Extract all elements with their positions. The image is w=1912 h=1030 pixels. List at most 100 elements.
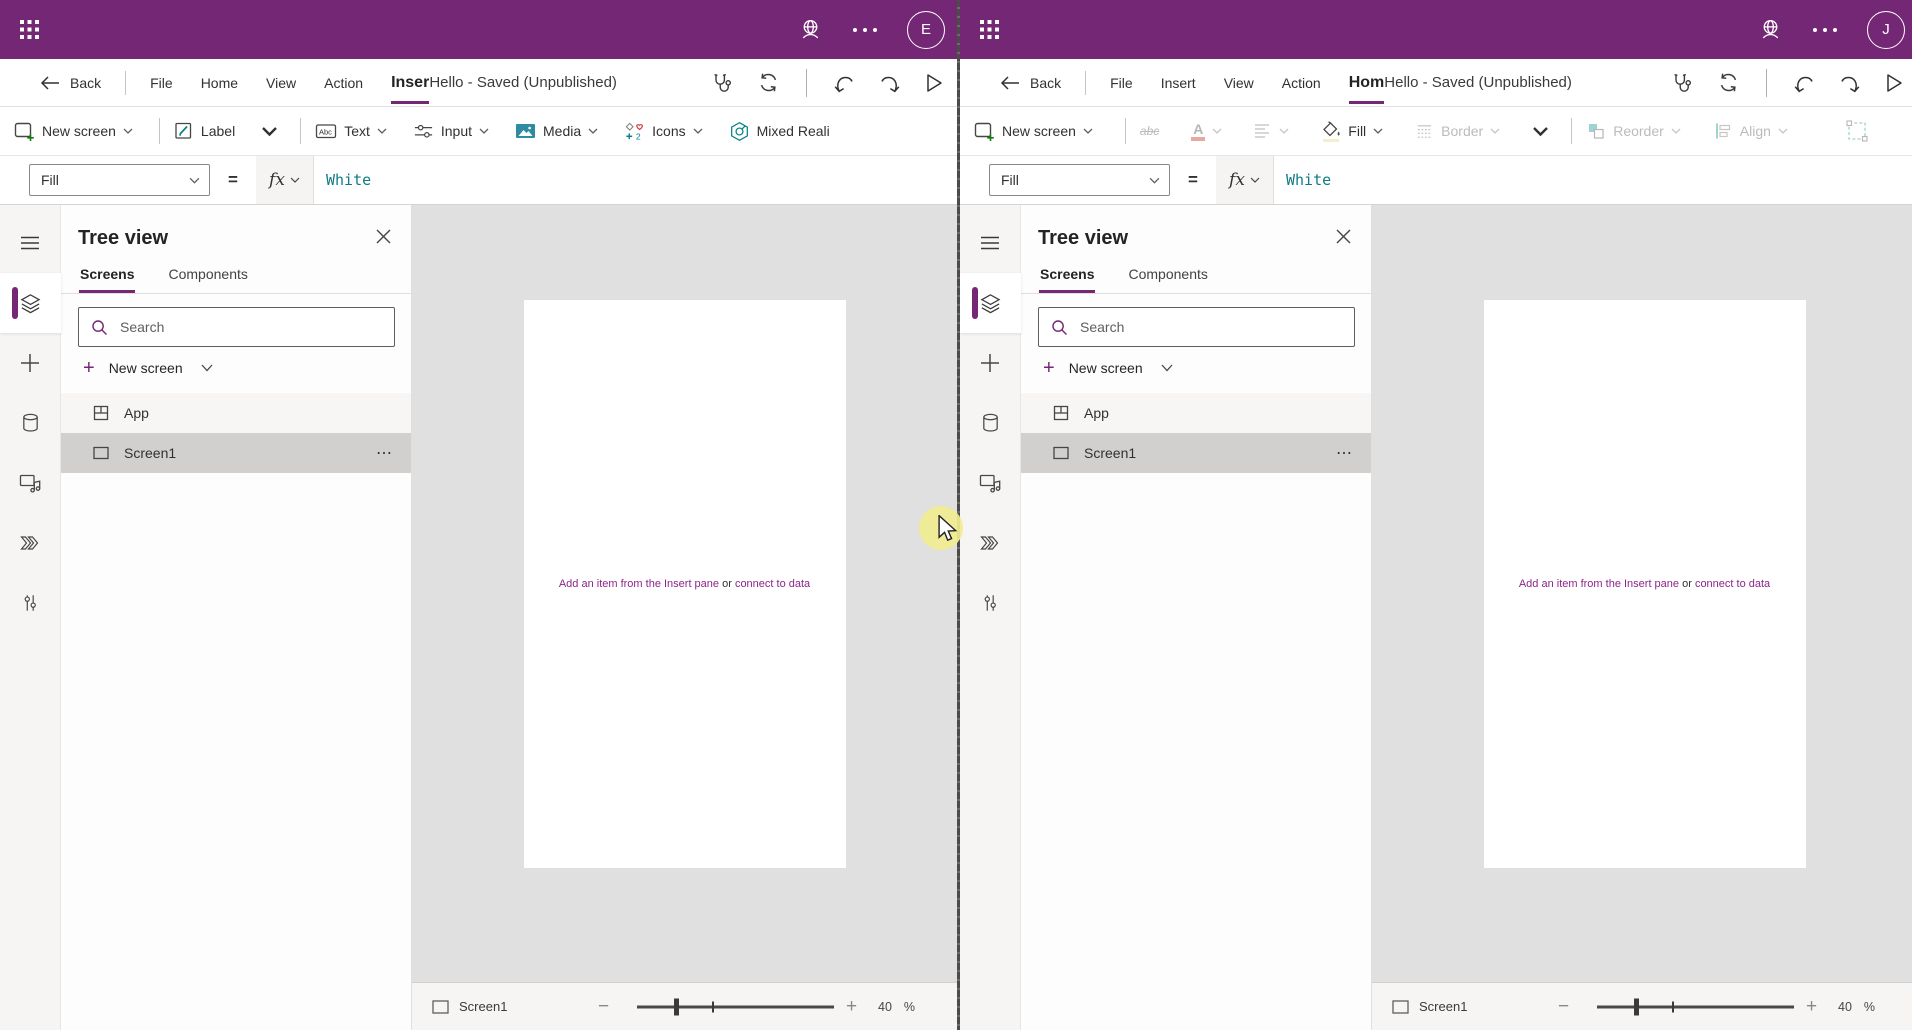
- tab-screens[interactable]: Screens: [79, 266, 135, 293]
- formula-input[interactable]: [314, 156, 957, 204]
- avatar[interactable]: J: [1867, 11, 1905, 49]
- menu-tab-home-active[interactable]: Hom: [1349, 59, 1385, 107]
- refresh-icon[interactable]: [757, 71, 780, 94]
- undo-icon[interactable]: [1793, 73, 1815, 93]
- screen1-canvas[interactable]: Add an item from the Insert pane or conn…: [524, 300, 846, 868]
- row-more-icon[interactable]: ⋯: [376, 443, 393, 463]
- rail-media-button[interactable]: [960, 453, 1021, 513]
- mixed-reality-menu-button[interactable]: Mixed Reali: [729, 121, 830, 142]
- group-button[interactable]: [1846, 120, 1868, 142]
- property-select[interactable]: Fill: [29, 164, 210, 196]
- menu-tab-insert[interactable]: Insert: [1161, 75, 1196, 91]
- app-checker-icon[interactable]: [711, 72, 733, 94]
- rail-menu-button[interactable]: [960, 213, 1021, 273]
- strikethrough-button[interactable]: abc: [1140, 124, 1159, 138]
- rail-data-button[interactable]: [0, 393, 61, 453]
- undo-icon[interactable]: [833, 73, 855, 93]
- tab-screens[interactable]: Screens: [1039, 266, 1095, 293]
- connect-to-data-link[interactable]: connect to data: [735, 578, 810, 590]
- new-screen-button[interactable]: New screen: [14, 121, 133, 142]
- rail-advanced-tools-button[interactable]: [0, 573, 61, 633]
- close-icon[interactable]: [376, 229, 391, 249]
- new-screen-tree-button[interactable]: + New screen: [1043, 358, 1355, 378]
- rail-tree-view-button[interactable]: [960, 273, 1021, 333]
- zoom-out-button[interactable]: −: [1558, 983, 1569, 1030]
- menu-tab-insert-active[interactable]: Inser: [391, 59, 429, 107]
- tab-components[interactable]: Components: [1127, 266, 1208, 293]
- reorder-button[interactable]: Reorder: [1586, 121, 1681, 141]
- search-box[interactable]: [78, 307, 395, 347]
- label-expand-chevron[interactable]: [261, 126, 278, 137]
- rail-tree-view-button[interactable]: [0, 273, 61, 333]
- menu-tab-action[interactable]: Action: [324, 75, 363, 91]
- menu-tab-view[interactable]: View: [1224, 75, 1254, 91]
- close-icon[interactable]: [1336, 229, 1351, 249]
- redo-icon[interactable]: [1839, 73, 1861, 93]
- menu-tab-action[interactable]: Action: [1282, 75, 1321, 91]
- menu-tab-file[interactable]: File: [1110, 75, 1133, 91]
- waffle-icon[interactable]: [980, 20, 999, 39]
- play-icon[interactable]: [1885, 73, 1903, 93]
- screen1-canvas[interactable]: Add an item from the Insert pane or conn…: [1484, 300, 1806, 868]
- new-screen-tree-button[interactable]: + New screen: [83, 358, 395, 378]
- tree-row-screen1[interactable]: Screen1 ⋯: [61, 433, 411, 473]
- zoom-out-button[interactable]: −: [598, 983, 609, 1030]
- back-button[interactable]: Back: [40, 75, 101, 91]
- zoom-slider[interactable]: [637, 1005, 834, 1008]
- tree-row-screen1[interactable]: Screen1 ⋯: [1021, 433, 1371, 473]
- connect-to-data-link[interactable]: connect to data: [1695, 578, 1770, 590]
- redo-icon[interactable]: [879, 73, 901, 93]
- font-color-button[interactable]: A: [1191, 122, 1222, 141]
- icons-menu-button[interactable]: 2 Icons: [624, 121, 702, 142]
- refresh-icon[interactable]: [1717, 71, 1740, 94]
- fill-button[interactable]: Fill: [1321, 121, 1383, 142]
- app-checker-icon[interactable]: [1671, 72, 1693, 94]
- zoom-slider[interactable]: [1597, 1005, 1794, 1008]
- align-button[interactable]: Align: [1713, 121, 1788, 141]
- label-button[interactable]: Label: [174, 121, 235, 141]
- search-input[interactable]: [1078, 318, 1344, 336]
- rail-power-automate-button[interactable]: [0, 513, 61, 573]
- menu-tab-file[interactable]: File: [150, 75, 173, 91]
- canvas-area[interactable]: Add an item from the Insert pane or conn…: [1372, 205, 1912, 982]
- text-align-button[interactable]: [1254, 123, 1289, 139]
- play-icon[interactable]: [925, 73, 943, 93]
- rail-media-button[interactable]: [0, 453, 61, 513]
- zoom-in-button[interactable]: +: [1806, 983, 1817, 1030]
- rail-power-automate-button[interactable]: [960, 513, 1021, 573]
- row-more-icon[interactable]: ⋯: [1336, 443, 1353, 463]
- tab-components[interactable]: Components: [167, 266, 248, 293]
- canvas-area[interactable]: Add an item from the Insert pane or conn…: [412, 205, 957, 982]
- property-select[interactable]: Fill: [989, 164, 1170, 196]
- search-input[interactable]: [118, 318, 384, 336]
- formula-input[interactable]: [1274, 156, 1912, 204]
- tree-row-app[interactable]: App: [61, 393, 411, 433]
- environment-icon[interactable]: [1758, 17, 1783, 42]
- waffle-icon[interactable]: [20, 20, 39, 39]
- rail-insert-button[interactable]: [960, 333, 1021, 393]
- menu-tab-view[interactable]: View: [266, 75, 296, 91]
- rail-insert-button[interactable]: [0, 333, 61, 393]
- rail-menu-button[interactable]: [0, 213, 61, 273]
- text-menu-button[interactable]: Abc Text: [315, 121, 387, 141]
- format-expand-chevron[interactable]: [1532, 126, 1549, 137]
- zoom-slider-thumb[interactable]: [674, 998, 679, 1015]
- zoom-slider-thumb[interactable]: [1634, 998, 1639, 1015]
- more-options-icon[interactable]: [853, 28, 877, 32]
- input-menu-button[interactable]: Input: [413, 121, 489, 141]
- rail-advanced-tools-button[interactable]: [960, 573, 1021, 633]
- environment-icon[interactable]: [798, 17, 823, 42]
- new-screen-button[interactable]: New screen: [974, 121, 1093, 142]
- rail-data-button[interactable]: [960, 393, 1021, 453]
- zoom-in-button[interactable]: +: [846, 983, 857, 1030]
- fx-button[interactable]: fx: [1216, 156, 1274, 204]
- back-button[interactable]: Back: [1000, 75, 1061, 91]
- border-button[interactable]: Border: [1415, 122, 1500, 141]
- avatar[interactable]: E: [907, 11, 945, 49]
- menu-tab-home[interactable]: Home: [201, 75, 238, 91]
- fx-button[interactable]: fx: [256, 156, 314, 204]
- search-box[interactable]: [1038, 307, 1355, 347]
- media-menu-button[interactable]: Media: [515, 122, 598, 140]
- more-options-icon[interactable]: [1813, 28, 1837, 32]
- tree-row-app[interactable]: App: [1021, 393, 1371, 433]
